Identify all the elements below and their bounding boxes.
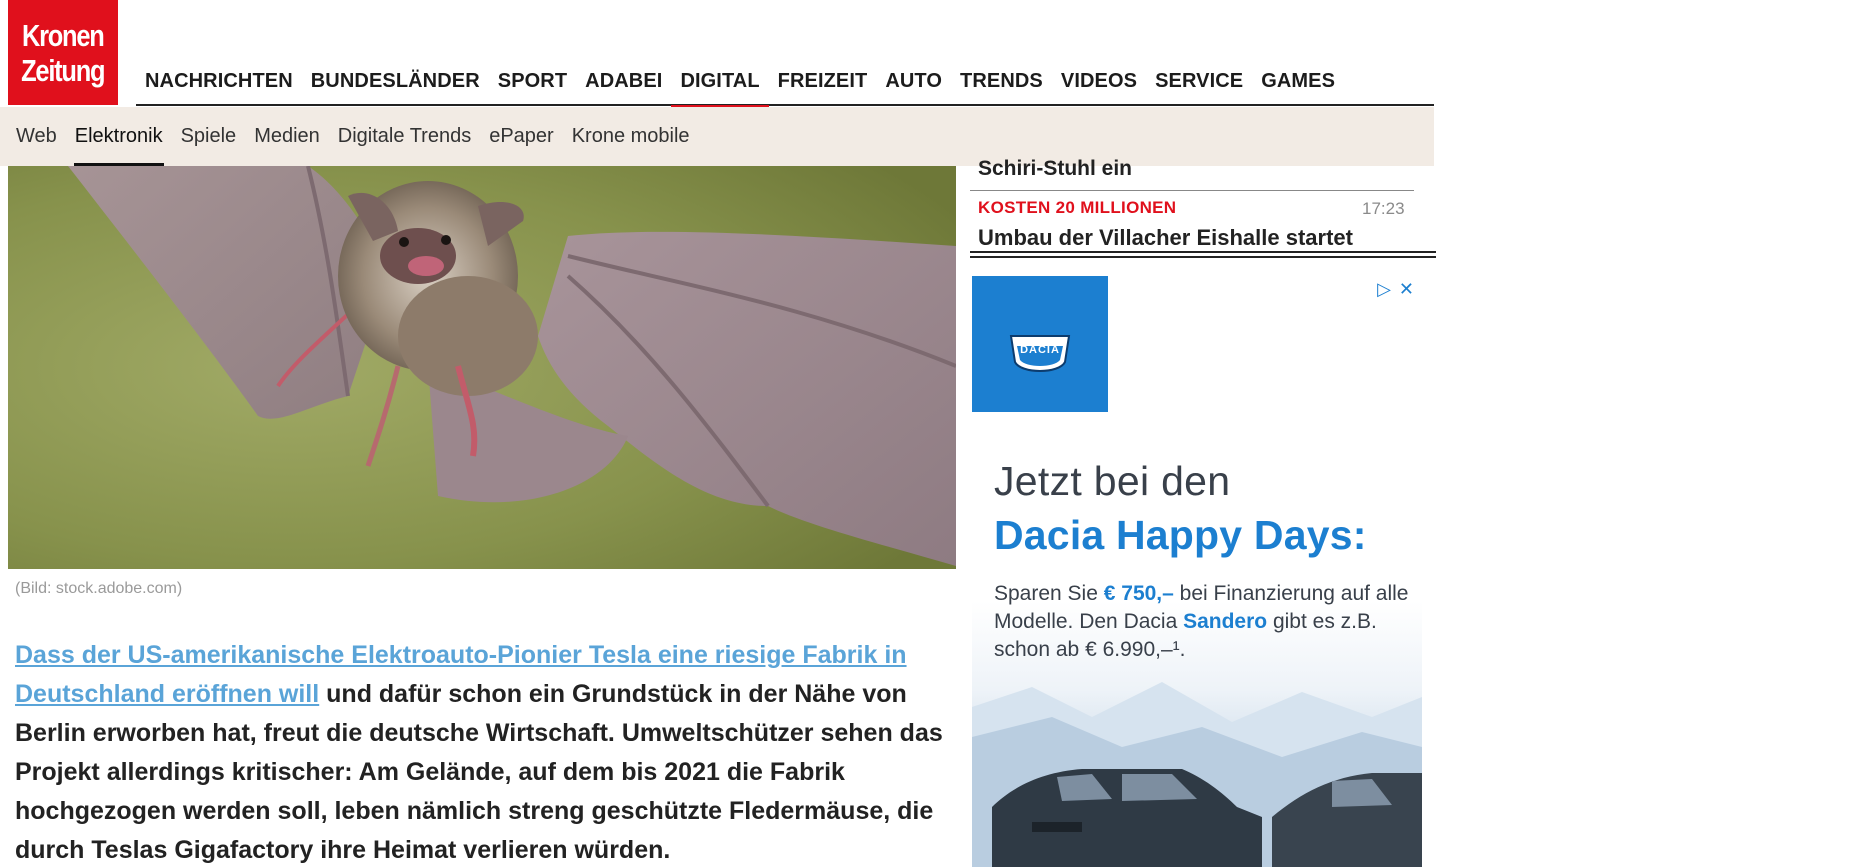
ad-controls: ▷ ✕ — [1377, 280, 1414, 298]
sub-navigation: Web Elektronik Spiele Medien Digitale Tr… — [0, 107, 1434, 166]
nav-item-nachrichten[interactable]: NACHRICHTEN — [136, 60, 302, 105]
subnav-item-web[interactable]: Web — [7, 107, 66, 166]
nav-item-freizeit[interactable]: FREIZEIT — [769, 60, 877, 105]
bat-illustration — [8, 166, 956, 569]
subnav-item-spiele[interactable]: Spiele — [172, 107, 246, 166]
ad-headline-2: Dacia Happy Days: — [994, 512, 1367, 558]
nav-item-auto[interactable]: AUTO — [876, 60, 951, 105]
sidebar-timestamp: 17:23 — [1362, 199, 1405, 218]
ad-headline-1: Jetzt bei den — [994, 458, 1231, 504]
ad-amount: € 750,– — [1103, 582, 1174, 605]
ad-car-scene — [972, 682, 1422, 867]
image-caption: (Bild: stock.adobe.com) — [15, 580, 183, 597]
logo-line2: Zeitung — [21, 52, 105, 88]
nav-item-digital[interactable]: DIGITAL — [671, 60, 769, 108]
sidebar-divider — [970, 190, 1414, 191]
nav-item-service[interactable]: SERVICE — [1146, 60, 1252, 105]
nav-item-bundeslaender[interactable]: BUNDESLÄNDER — [302, 60, 489, 105]
dacia-advertisement[interactable]: DACIA ▷ ✕ Jetzt bei den Dacia Happy Days… — [972, 276, 1422, 867]
sidebar-partial-headline[interactable]: Schiri-Stuhl ein — [978, 156, 1132, 178]
nav-item-adabei[interactable]: ADABEI — [576, 60, 671, 105]
subnav-item-medien[interactable]: Medien — [245, 107, 329, 166]
subnav-item-krone-mobile[interactable]: Krone mobile — [563, 107, 699, 166]
kronen-zeitung-logo[interactable]: Kronen Zeitung — [8, 0, 118, 105]
dacia-brand-label: DACIA — [1020, 344, 1060, 356]
ad-body-part1: Sparen Sie — [994, 582, 1104, 605]
article-hero-image — [8, 166, 956, 569]
subnav-item-epaper[interactable]: ePaper — [480, 107, 563, 166]
dacia-logo-box: DACIA — [972, 276, 1108, 412]
sidebar-kicker: KOSTEN 20 MILLIONEN — [978, 198, 1177, 217]
close-icon[interactable]: ✕ — [1399, 280, 1414, 298]
sidebar-divider-thick — [970, 251, 1436, 253]
sidebar-divider-thick-2 — [970, 256, 1436, 258]
nav-item-games[interactable]: GAMES — [1252, 60, 1344, 105]
ad-body-text: Sparen Sie € 750,– bei Finanzierung auf … — [994, 580, 1414, 664]
nav-item-sport[interactable]: SPORT — [489, 60, 576, 105]
subnav-item-digitale-trends[interactable]: Digitale Trends — [329, 107, 480, 166]
ad-model: Sandero — [1183, 610, 1268, 633]
sidebar-headline-link[interactable]: Umbau der Villacher Eishalle startet — [978, 225, 1353, 251]
subnav-item-elektronik[interactable]: Elektronik — [66, 107, 172, 166]
play-triangle-icon[interactable]: ▷ — [1377, 280, 1391, 298]
dacia-shield-icon — [1009, 335, 1071, 372]
article-body: Dass der US-amerikanische Elektroauto-Pi… — [15, 636, 945, 867]
nav-item-trends[interactable]: TRENDS — [951, 60, 1052, 105]
nav-item-videos[interactable]: VIDEOS — [1052, 60, 1146, 105]
logo-line1: Kronen — [22, 17, 105, 53]
main-navigation: NACHRICHTEN BUNDESLÄNDER SPORT ADABEI DI… — [136, 60, 1434, 108]
